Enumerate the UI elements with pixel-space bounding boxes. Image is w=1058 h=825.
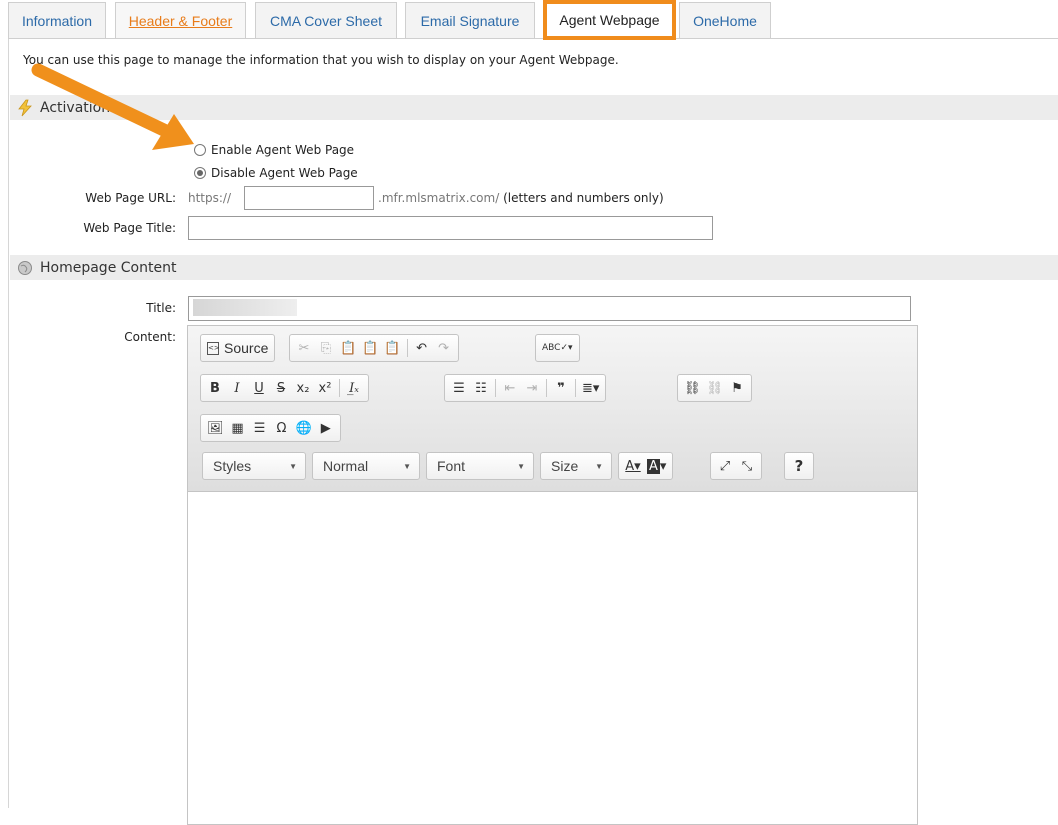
cut-icon[interactable]: ✂	[293, 337, 315, 359]
size-label: Size	[551, 458, 579, 474]
chevron-down-icon: ▼	[289, 461, 297, 471]
text-color-icon[interactable]: A▾	[622, 455, 644, 477]
tab-agent-webpage[interactable]: Agent Webpage	[543, 0, 676, 40]
superscript-icon[interactable]: x²	[314, 377, 336, 399]
image-icon[interactable]: 🖼	[204, 417, 227, 439]
italic-icon[interactable]: I	[226, 377, 248, 399]
content-title-label: Title:	[146, 301, 176, 315]
homepage-section-header: Homepage Content	[10, 255, 1058, 280]
anchor-flag-icon[interactable]: ⚑	[726, 377, 748, 399]
content-title-input[interactable]	[188, 296, 911, 321]
color-group: A▾ A ▾	[618, 452, 674, 480]
separator	[339, 379, 340, 397]
list-group: ☰ ☷ ⇤ ⇥ ❞ ≣▾	[444, 374, 607, 402]
source-icon: <>	[207, 341, 220, 355]
separator	[546, 379, 547, 397]
iframe-globe-icon[interactable]: 🌐	[293, 417, 315, 439]
copy-icon[interactable]: ⎘	[315, 337, 337, 359]
link-icon[interactable]: ⛓	[681, 377, 704, 399]
rich-text-editor[interactable]: <> Source ✂ ⎘ 📋 📋 📋 ↶ ↷ ABC✓▾ B I U S x₂…	[187, 325, 918, 825]
redo-icon[interactable]: ↷	[433, 337, 455, 359]
underline-icon[interactable]: U	[248, 377, 270, 399]
format-label: Normal	[323, 458, 369, 474]
editor-content-area[interactable]	[188, 493, 917, 823]
disable-label: Disable Agent Web Page	[211, 166, 358, 180]
globe-icon	[16, 259, 34, 277]
url-input[interactable]	[244, 186, 374, 210]
undo-icon[interactable]: ↶	[411, 337, 433, 359]
insert-group: 🖼 ▦ ☰ Ω 🌐 ▶	[200, 414, 341, 442]
url-label: Web Page URL:	[85, 191, 176, 205]
help-group: ?	[784, 452, 814, 480]
chevron-down-icon: ▼	[403, 461, 411, 471]
orange-arrow-annotation	[31, 63, 194, 150]
web-title-input[interactable]	[188, 216, 713, 240]
outdent-icon[interactable]: ⇤	[499, 377, 521, 399]
tab-email-signature[interactable]: Email Signature	[405, 2, 535, 38]
indent-icon[interactable]: ⇥	[521, 377, 543, 399]
bulleted-list-icon[interactable]: ☷	[470, 377, 492, 399]
youtube-icon[interactable]: ▶	[315, 417, 337, 439]
url-hint: (letters and numbers only)	[503, 191, 664, 205]
unlink-icon[interactable]: ⛓	[704, 377, 727, 399]
separator	[406, 339, 408, 357]
spellcheck-icon[interactable]: ABC✓▾	[539, 337, 576, 359]
basic-styles-group: B I U S x₂ x² I̲ₓ	[200, 374, 369, 402]
styles-combo[interactable]: Styles ▼	[202, 452, 306, 480]
paste-word-icon[interactable]: 📋	[381, 337, 403, 359]
styles-label: Styles	[213, 458, 252, 474]
font-combo[interactable]: Font ▼	[426, 452, 534, 480]
font-label: Font	[437, 458, 466, 474]
tab-onehome[interactable]: OneHome	[679, 2, 771, 38]
numbered-list-icon[interactable]: ☰	[448, 377, 470, 399]
bg-color-icon[interactable]: A ▾	[644, 455, 669, 477]
view-group: ⤢ ⤡	[710, 452, 762, 480]
special-char-icon[interactable]: Ω	[271, 417, 293, 439]
clipboard-group: ✂ ⎘ 📋 📋 📋 ↶ ↷	[289, 334, 459, 362]
blurred-title-value	[193, 299, 297, 316]
separator	[495, 379, 496, 397]
link-group: ⛓ ⛓ ⚑	[677, 374, 753, 402]
help-button[interactable]: ?	[788, 455, 810, 477]
paste-text-icon[interactable]: 📋	[359, 337, 381, 359]
source-label: Source	[224, 340, 269, 356]
disable-radio[interactable]	[194, 167, 206, 179]
separator	[575, 379, 576, 397]
chevron-down-icon: ▼	[595, 461, 603, 471]
blockquote-icon[interactable]: ❞	[550, 377, 572, 399]
url-suffix: .mfr.mlsmatrix.com/	[378, 191, 500, 205]
spellcheck-group: ABC✓▾	[535, 334, 580, 362]
bold-icon[interactable]: B	[204, 377, 226, 399]
format-combo[interactable]: Normal ▼	[312, 452, 420, 480]
maximize-icon[interactable]: ⤢	[714, 455, 736, 477]
disable-option[interactable]: Disable Agent Web Page	[194, 166, 358, 180]
url-suffix-group: .mfr.mlsmatrix.com/ (letters and numbers…	[378, 191, 664, 205]
tab-information[interactable]: Information	[8, 2, 106, 38]
editor-toolbar: <> Source ✂ ⎘ 📋 📋 📋 ↶ ↷ ABC✓▾ B I U S x₂…	[188, 326, 917, 492]
homepage-title: Homepage Content	[40, 259, 177, 276]
url-prefix: https://	[188, 191, 232, 205]
show-blocks-icon[interactable]: ⤡	[736, 455, 758, 477]
horizontal-line-icon[interactable]: ☰	[249, 417, 271, 439]
tab-cma-cover-sheet[interactable]: CMA Cover Sheet	[255, 2, 397, 38]
language-icon[interactable]: ≣▾	[579, 377, 602, 399]
subscript-icon[interactable]: x₂	[292, 377, 314, 399]
enable-label: Enable Agent Web Page	[211, 143, 355, 157]
size-combo[interactable]: Size ▼	[540, 452, 612, 480]
table-icon[interactable]: ▦	[227, 417, 249, 439]
source-button[interactable]: <> Source	[204, 337, 271, 359]
tab-header-footer[interactable]: Header & Footer	[115, 2, 246, 38]
content-label: Content:	[124, 330, 176, 344]
strike-icon[interactable]: S	[270, 377, 292, 399]
chevron-down-icon: ▼	[517, 461, 525, 471]
remove-format-icon[interactable]: I̲ₓ	[343, 377, 365, 399]
web-title-label: Web Page Title:	[83, 221, 176, 235]
source-group: <> Source	[200, 334, 276, 362]
paste-icon[interactable]: 📋	[337, 337, 359, 359]
